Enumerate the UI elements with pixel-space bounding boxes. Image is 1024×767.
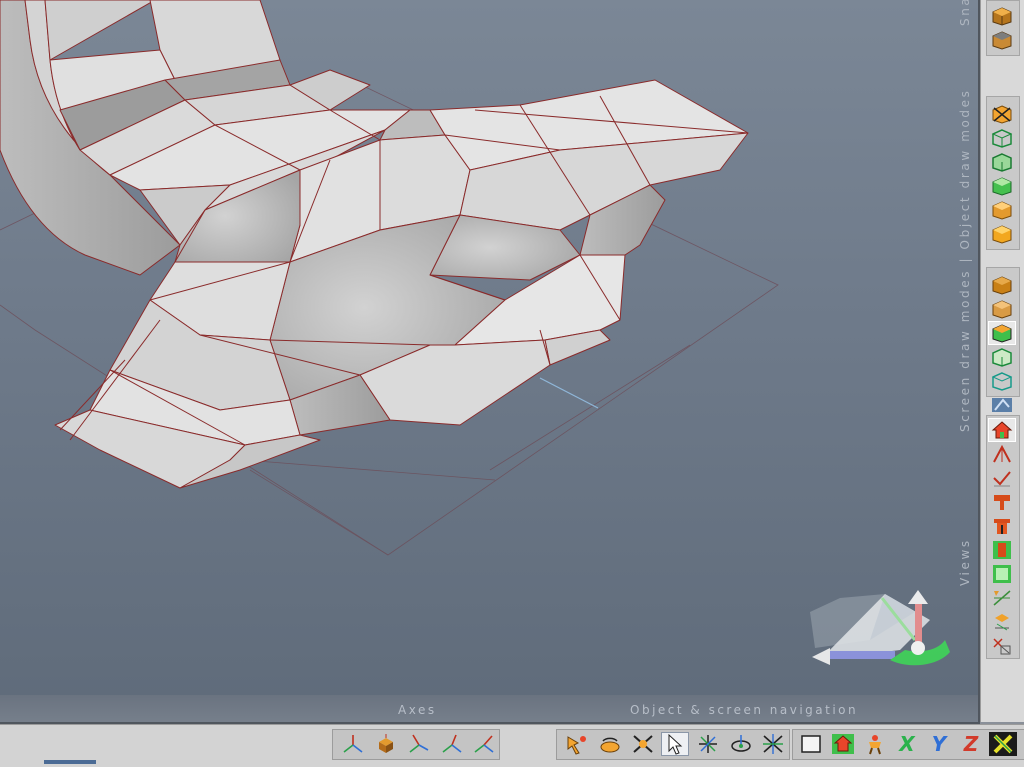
axis-guide-line: [539, 377, 599, 409]
zoom-screen-icon[interactable]: [759, 732, 787, 756]
navigation-gizmo: [810, 590, 950, 666]
navigation-label: Object & screen navigation: [630, 703, 859, 717]
scale-object-icon[interactable]: [629, 732, 657, 756]
select-arrow-icon[interactable]: [661, 732, 689, 756]
pan-screen-icon[interactable]: [694, 732, 722, 756]
axes-world-icon[interactable]: [438, 732, 466, 756]
app-window: Axes Object & screen navigation Views Sc…: [0, 0, 1024, 767]
home-view-icon[interactable]: [829, 732, 857, 756]
object-wireframe-cross-icon[interactable]: [989, 103, 1015, 125]
move-object-icon[interactable]: [563, 732, 591, 756]
view-top-icon[interactable]: [989, 491, 1015, 513]
axes-xyz-icon[interactable]: [339, 732, 367, 756]
snap-label: Sna: [958, 0, 972, 26]
status-indicator: [44, 760, 96, 764]
screen-shaded-green-icon[interactable]: [988, 321, 1016, 345]
views-label: Views: [958, 538, 972, 586]
person-icon[interactable]: [861, 732, 889, 756]
orbit-screen-icon[interactable]: [727, 732, 755, 756]
constraint-y-button[interactable]: Y: [925, 732, 953, 756]
snap-box-alt-icon[interactable]: [989, 29, 1015, 51]
constraint-z-button[interactable]: Z: [957, 732, 985, 756]
axes-screen-icon[interactable]: [470, 732, 498, 756]
view-snap-icon[interactable]: [989, 611, 1015, 633]
view-front-icon[interactable]: [989, 515, 1015, 537]
axes-label: Axes: [398, 703, 437, 717]
scene-render: [0, 0, 950, 666]
screen-texture-icon[interactable]: [989, 394, 1015, 416]
view-right-icon[interactable]: [989, 563, 1015, 585]
axes-local-icon[interactable]: [405, 732, 433, 756]
xyz-all-icon[interactable]: [989, 732, 1017, 756]
view-reset-icon[interactable]: [989, 635, 1015, 657]
object-shaded-icon[interactable]: [989, 199, 1015, 221]
frame-rect-icon[interactable]: [797, 732, 825, 756]
view-side-icon[interactable]: [989, 539, 1015, 561]
screen-shaded-icon[interactable]: [989, 298, 1015, 320]
rotate-object-icon[interactable]: [596, 732, 624, 756]
screen-solid-icon[interactable]: [989, 274, 1015, 296]
snap-box-icon[interactable]: [989, 5, 1015, 27]
object-solid-icon[interactable]: [989, 223, 1015, 245]
draw-modes-label: Screen draw modes | Object draw modes: [958, 88, 972, 432]
screen-wire-cyan-icon[interactable]: [989, 370, 1015, 392]
view-grid-icon[interactable]: [989, 467, 1015, 489]
view-home-icon[interactable]: [988, 418, 1016, 442]
view-perspective-icon[interactable]: [989, 443, 1015, 465]
screen-wire-green-icon[interactable]: [989, 346, 1015, 368]
object-hidden-line-icon[interactable]: [989, 151, 1015, 173]
axes-object-icon[interactable]: [372, 732, 400, 756]
object-wire-green-icon[interactable]: [989, 127, 1015, 149]
object-flat-green-icon[interactable]: [989, 175, 1015, 197]
constraint-x-button[interactable]: X: [893, 732, 921, 756]
mesh-object: [0, 0, 749, 489]
3d-viewport[interactable]: Axes Object & screen navigation Views Sc…: [0, 0, 980, 724]
view-ortho-icon[interactable]: [989, 587, 1015, 609]
